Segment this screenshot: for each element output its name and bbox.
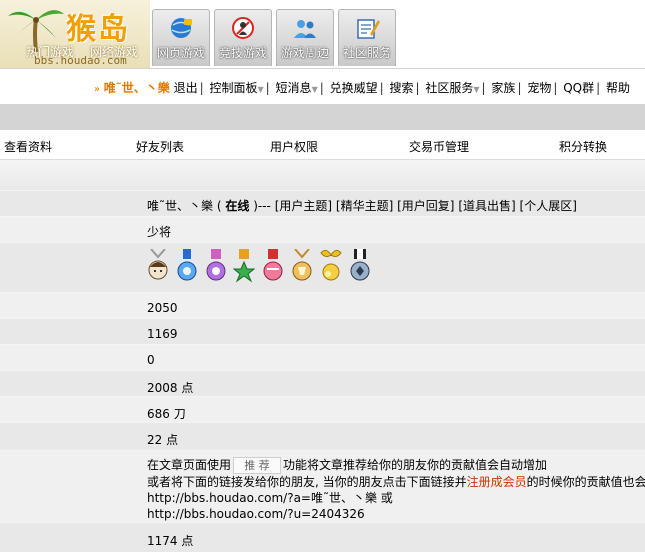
- stat-value: 1174 点: [147, 534, 194, 548]
- tab-trade-currency[interactable]: 交易币管理: [409, 138, 469, 155]
- chevron-down-icon[interactable]: ▼: [258, 85, 264, 94]
- nav-tab-online-games[interactable]: 网络游戏: [90, 43, 138, 60]
- site-header: 猴岛 bbs.houdao.com 热门游戏 网络游戏 网页游戏 竞技游戏 游戏…: [0, 0, 645, 68]
- purple-ring-medal-icon[interactable]: [205, 249, 227, 283]
- user-topics-link[interactable]: [用户主题]: [275, 199, 332, 213]
- recommend-button[interactable]: 推 荐: [233, 457, 282, 474]
- profile-tabs: 查看资料 好友列表 用户权限 交易币管理 积分转换: [0, 130, 645, 160]
- nav-tab-label: 游戏周边: [280, 46, 329, 60]
- username-link[interactable]: 唯˜世、丶樂: [104, 81, 170, 95]
- tab-friend-list[interactable]: 好友列表: [136, 138, 184, 155]
- pet-link[interactable]: 宠物: [527, 81, 551, 95]
- user-replies-link[interactable]: [用户回复]: [397, 199, 454, 213]
- control-panel-link[interactable]: 控制面板: [210, 81, 258, 95]
- search-link[interactable]: 搜索: [389, 81, 413, 95]
- nav-tab-label: 社区服务: [342, 46, 391, 60]
- exchange-prestige-link[interactable]: 兑换威望: [330, 81, 378, 95]
- elite-topics-link[interactable]: [精华主题]: [336, 199, 393, 213]
- gold-bow-medal-icon[interactable]: [320, 249, 342, 283]
- section-header-bar: [0, 160, 645, 190]
- medals-row: [0, 242, 645, 292]
- stat-value: 2008 点: [147, 381, 194, 395]
- chevron-down-icon[interactable]: ▼: [312, 85, 318, 94]
- rank-row: 少将: [0, 216, 645, 242]
- user-arrow: »: [93, 84, 100, 95]
- stat-row-7: 1174 点: [0, 522, 645, 552]
- stat-row-4: 2008 点: [0, 370, 645, 396]
- family-link[interactable]: 家族: [491, 81, 515, 95]
- profile-name-row: 唯˜世、丶樂 ( 在线 )--- [用户主题] [精华主题] [用户回复] [道…: [0, 190, 645, 216]
- nav-tab-label: 竞技游戏: [218, 46, 267, 60]
- stat-row-2: 1169: [0, 318, 645, 344]
- personal-gallery-link[interactable]: [个人展区]: [520, 199, 577, 213]
- tab-points-convert[interactable]: 积分转换: [559, 138, 607, 155]
- chevron-down-icon[interactable]: ▼: [473, 85, 479, 94]
- web-game-icon: [171, 18, 192, 38]
- stat-row-3: 0: [0, 344, 645, 370]
- red-ribbon-medal-icon[interactable]: [262, 249, 284, 283]
- stat-value: 0: [147, 353, 155, 367]
- stat-row-5: 686 刀: [0, 396, 645, 422]
- nav-tab-hot-games[interactable]: 热门游戏: [26, 43, 74, 60]
- compete-game-icon: [232, 17, 254, 39]
- recommend-row: 在文章页面使用推 荐功能将文章推荐给你的朋友你的贡献值会自动增加 或者将下面的链…: [0, 450, 645, 522]
- rank-value: 少将: [147, 225, 172, 239]
- black-shield-medal-icon[interactable]: [349, 249, 371, 283]
- stat-value: 686 刀: [147, 407, 186, 421]
- online-status: 在线: [225, 199, 250, 213]
- tab-user-permissions[interactable]: 用户权限: [270, 138, 318, 155]
- nav-tab-competitive-games[interactable]: 竞技游戏: [214, 9, 272, 66]
- register-member-link[interactable]: 注册成会员: [467, 475, 527, 489]
- tab-view-profile[interactable]: 查看资料: [4, 138, 52, 155]
- stat-value: 2050: [147, 301, 178, 315]
- nav-tab-label: 网页游戏: [156, 46, 205, 60]
- logo-text: 猴岛: [66, 12, 130, 47]
- green-star-medal-icon[interactable]: [233, 249, 256, 283]
- girl-medal-icon[interactable]: [147, 249, 169, 283]
- profile-username: 唯˜世、丶樂: [147, 199, 214, 213]
- stat-value: 1169: [147, 327, 178, 341]
- user-menu: » 唯˜世、丶樂 退出 | 控制面板▼ | 短消息▼ | 兑换威望 | 搜索 | 社区服务…: [93, 81, 630, 95]
- site-logo[interactable]: 猴岛 bbs.houdao.com 热门游戏 网络游戏: [0, 0, 150, 68]
- qq-group-link[interactable]: QQ群: [563, 81, 594, 95]
- divider-bar: [0, 104, 645, 130]
- item-sales-link[interactable]: [道具出售]: [458, 199, 515, 213]
- nav-tab-game-peripheral[interactable]: 游戏周边: [276, 9, 334, 66]
- referral-url-2[interactable]: http://bbs.houdao.com/?u=2404326: [147, 506, 645, 522]
- medals-list: [147, 249, 374, 283]
- game-peripheral-icon: [294, 20, 316, 38]
- community-service-icon: [357, 19, 380, 39]
- community-service-link[interactable]: 社区服务: [425, 81, 473, 95]
- stat-row-1: 2050: [0, 292, 645, 318]
- stat-row-6: 22 点: [0, 422, 645, 450]
- referral-url-1[interactable]: http://bbs.houdao.com/?a=唯˜世、丶樂 或: [147, 490, 645, 506]
- trophy-medal-icon[interactable]: [291, 249, 313, 283]
- blue-flower-medal-icon[interactable]: [176, 249, 198, 283]
- nav-tab-community-service[interactable]: 社区服务: [338, 9, 396, 66]
- help-link[interactable]: 帮助: [606, 81, 630, 95]
- nav-tab-web-games[interactable]: 网页游戏: [152, 9, 210, 66]
- user-bar: » 唯˜世、丶樂 退出 | 控制面板▼ | 短消息▼ | 兑换威望 | 搜索 | 社区服务…: [0, 68, 645, 104]
- stat-value: 22 点: [147, 433, 179, 447]
- logout-link[interactable]: 退出: [174, 81, 198, 95]
- messages-link[interactable]: 短消息: [276, 81, 312, 95]
